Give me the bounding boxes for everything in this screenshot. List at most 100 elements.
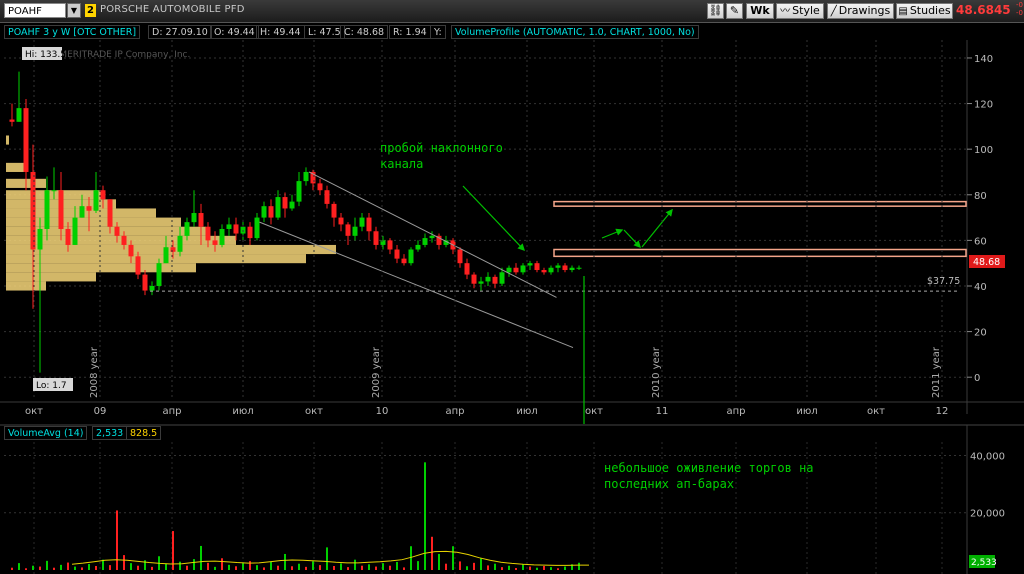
info-close: C: 48.68 [340,25,389,39]
time-tick-label: апр [162,406,181,417]
price-tick-label: 0 [974,373,980,384]
volume-tick-label: 40,000 [970,451,1005,462]
volume-profile-bar [6,272,96,282]
info-low: L: 47.5 [304,25,345,39]
last-price: 48.6845 [956,3,1011,17]
link-group-badge[interactable]: 2 [85,4,96,17]
candle-body [191,213,197,223]
volume-chart[interactable]: 40,000 20,000 небольшое оживление торгов … [0,424,1024,574]
candle-body [135,256,141,275]
pencil-icon[interactable]: ✎ [726,3,743,19]
time-tick-label: окт [867,406,885,417]
candle-body [387,240,393,250]
svg-text:Lo: 1.7: Lo: 1.7 [36,381,67,391]
drawings-button[interactable]: ╱ Drawings [827,3,894,19]
candle-body [226,224,232,229]
style-label: Style [792,4,820,17]
volume-profile-bar [6,135,9,145]
time-tick-label: окт [305,406,323,417]
symbol-input[interactable]: POAHF [4,3,66,18]
annotation-volume-1: небольшое оживление торгов на [604,461,814,475]
candle-body [247,226,253,239]
time-tick-label: окт [585,406,603,417]
candle-body [268,206,274,218]
candle-body [401,258,407,264]
volume-profile-bar [6,254,306,264]
study-label-volume-profile[interactable]: VolumeProfile (AUTOMATIC, 1.0, CHART, 10… [451,25,699,39]
time-tick-label: 12 [936,406,949,417]
candle-body [359,217,365,227]
candle-body [100,190,106,200]
volume-study-label[interactable]: VolumeAvg (14) [4,426,88,440]
symbol-dropdown-icon[interactable]: ▼ [67,3,81,18]
year-label: 2011 year [931,346,942,398]
time-tick-label: апр [726,406,745,417]
candle-body [331,203,337,218]
candle-body [422,238,428,245]
candle-body [37,228,43,250]
symbol-period-label[interactable]: POAHF 3 y W [OTC OTHER] [4,25,141,39]
studies-button[interactable]: ▤ Studies [896,3,953,19]
candle-body [464,263,470,275]
annotation-channel-breakout-1: пробой наклонного [380,141,503,155]
candle-body [156,263,162,286]
candle-body [562,265,568,271]
time-tick-label: окт [25,406,43,417]
candle-body [72,217,78,245]
candle-body [324,190,330,204]
candle-body [576,267,582,269]
year-label: 2010 year [651,346,662,398]
candle-body [198,213,204,227]
candle-body [527,263,533,266]
chart-line-icon: 〰 [780,6,791,17]
price-tick-label: 100 [974,145,993,156]
candle-body [275,197,281,218]
candle-body [338,217,344,225]
candle-body [520,265,526,273]
candle-body [415,244,421,250]
info-high: H: 49.44 [256,25,305,39]
candle-body [142,274,148,291]
candle-body [492,276,498,284]
candle-body [296,181,302,202]
year-label: 2008 year [89,346,100,398]
candle-body [107,199,113,227]
candle-body [65,228,71,245]
lo-label: Lo: 1.7 [33,378,73,391]
time-tick-label: 10 [376,406,389,417]
candle-body [128,244,134,257]
candle-body [30,171,36,250]
candle-body [114,226,120,236]
price-chart[interactable]: 0 20 40 60 80 100 120 140 окт 09 апр июл окт 10 апр ию… [0,40,1024,430]
annotation-channel-breakout-2: канала [380,157,423,171]
candle-body [352,226,358,236]
candle-body [44,190,50,229]
time-tick-label: апр [445,406,464,417]
candle-body [317,183,323,191]
candle-body [254,217,260,239]
price-tick-label: 140 [974,54,993,65]
candle-body [506,267,512,273]
volume-tick-label: 20,000 [970,509,1005,520]
volume-panel: 40,000 20,000 небольшое оживление торгов … [0,424,1024,574]
candle-body [163,247,169,264]
candle-body [51,190,57,192]
drawings-label: Drawings [838,4,891,17]
style-button[interactable]: 〰 Style [776,3,824,19]
candle-body [534,263,540,271]
hi-label: Hi: 133.5 [22,47,66,60]
candle-body [408,249,414,264]
info-date: D: 27.09.10 [148,25,212,39]
link-icon[interactable]: ⛓ [707,3,724,19]
candle-body [121,235,127,245]
aggregation-period-button[interactable]: Wk [746,3,774,19]
candle-body [289,201,295,209]
candle-body [282,197,288,209]
svg-text:Hi: 133.5: Hi: 133.5 [25,50,66,60]
price-tick-label: 120 [974,100,993,111]
volume-profile-bar [6,226,206,236]
candle-body [93,190,99,211]
volume-value: 2,533 [92,426,128,440]
volume-average-value: 828.5 [126,426,162,440]
candle-body [548,267,554,273]
